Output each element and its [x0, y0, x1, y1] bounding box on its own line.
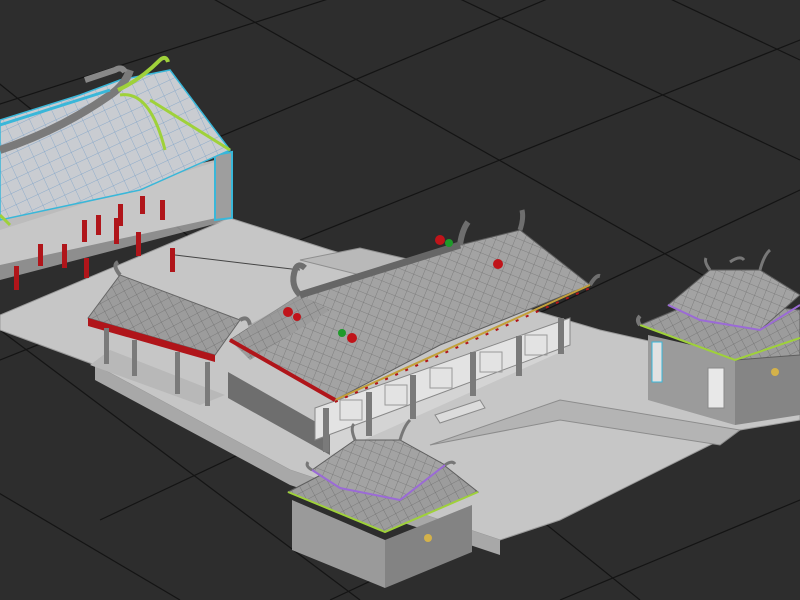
east-pavilion[interactable]	[636, 248, 800, 425]
scene-canvas[interactable]	[0, 0, 800, 600]
3d-viewport[interactable]	[0, 0, 800, 600]
